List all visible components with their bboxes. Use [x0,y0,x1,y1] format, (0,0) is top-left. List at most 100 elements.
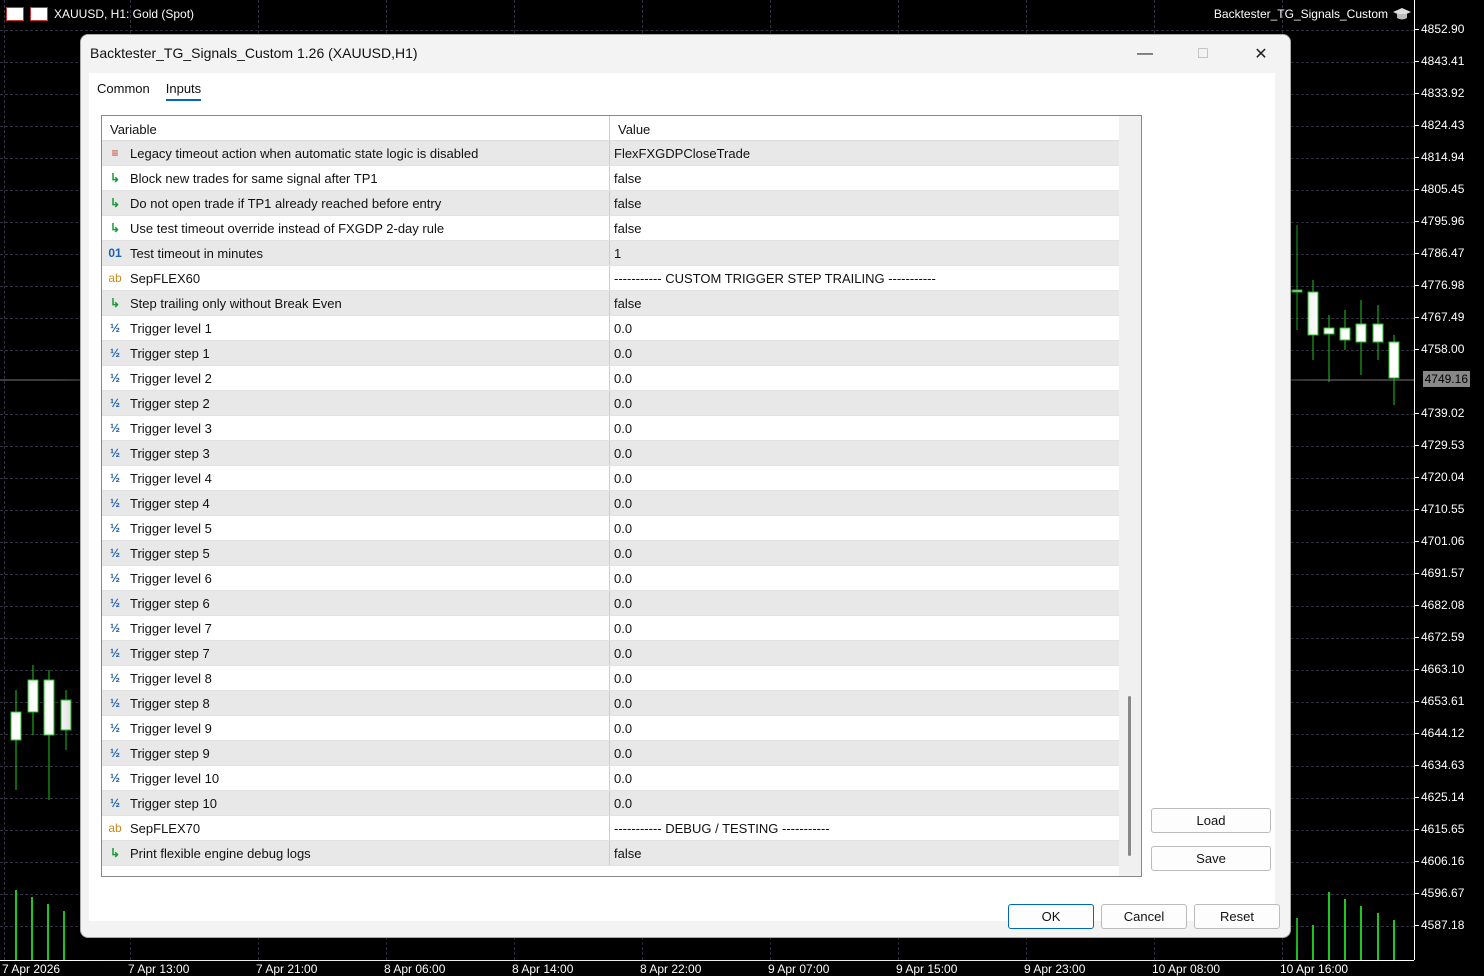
table-row[interactable]: ↳ Print flexible engine debug logs false [102,841,1119,866]
value-cell[interactable]: false [610,841,641,865]
value-cell[interactable]: 0.0 [610,366,632,390]
table-row[interactable]: ½ Trigger level 5 0.0 [102,516,1119,541]
value-cell[interactable]: 1 [610,241,621,265]
table-row[interactable]: ½ Trigger step 2 0.0 [102,391,1119,416]
value-cell[interactable]: 0.0 [610,341,632,365]
expert-hat-icon[interactable] [1392,6,1412,22]
table-row[interactable]: ↳ Do not open trade if TP1 already reache… [102,191,1119,216]
table-row[interactable]: ½ Trigger level 4 0.0 [102,466,1119,491]
variable-cell: ↳ Do not open trade if TP1 already reache… [102,191,610,215]
dialog-titlebar[interactable]: Backtester_TG_Signals_Custom 1.26 (XAUUS… [81,35,1290,73]
table-row[interactable]: ½ Trigger level 8 0.0 [102,666,1119,691]
bool-type-icon: ↳ [109,296,121,310]
variable-name: Trigger level 6 [130,570,212,586]
table-row[interactable]: ½ Trigger step 9 0.0 [102,741,1119,766]
value-cell[interactable]: 0.0 [610,466,632,490]
table-row[interactable]: ½ Trigger step 7 0.0 [102,641,1119,666]
table-row[interactable]: ½ Trigger level 6 0.0 [102,566,1119,591]
value-cell[interactable]: false [610,191,641,215]
value-cell[interactable]: 0.0 [610,416,632,440]
value-cell[interactable]: 0.0 [610,316,632,340]
value-cell[interactable]: 0.0 [610,616,632,640]
time-tick-label: 7 Apr 13:00 [128,962,190,976]
variable-name: Trigger step 5 [130,545,210,561]
dbl-type-icon: ½ [109,371,120,385]
value-cell[interactable]: false [610,291,641,315]
table-row[interactable]: ½ Trigger step 1 0.0 [102,341,1119,366]
table-row[interactable]: ab SepFLEX60 ----------- CUSTOM TRIGGER ST… [102,266,1119,291]
time-tick-label: 8 Apr 06:00 [384,962,446,976]
value-cell[interactable]: 0.0 [610,491,632,515]
value-cell[interactable]: FlexFXGDPCloseTrade [610,141,750,165]
value-cell[interactable]: 0.0 [610,541,632,565]
table-row[interactable]: ½ Trigger level 7 0.0 [102,616,1119,641]
value-cell[interactable]: ----------- DEBUG / TESTING ----------- [610,816,830,840]
price-tick-label: 4587.18 [1414,918,1465,932]
price-tick-label: 4814.94 [1414,150,1465,164]
vertical-scrollbar[interactable] [1119,116,1141,876]
cancel-button[interactable]: Cancel [1101,904,1187,929]
minimize-button[interactable]: — [1116,35,1174,73]
table-row[interactable]: ½ Trigger step 5 0.0 [102,541,1119,566]
value-cell[interactable]: 0.0 [610,691,632,715]
value-cell[interactable]: 0.0 [610,666,632,690]
chart-type-icon[interactable] [30,7,48,21]
load-button[interactable]: Load [1151,808,1271,833]
value-cell[interactable]: 0.0 [610,591,632,615]
value-cell[interactable]: 0.0 [610,641,632,665]
value-cell[interactable]: 0.0 [610,716,632,740]
value-cell[interactable]: 0.0 [610,516,632,540]
variable-name: Test timeout in minutes [130,245,263,261]
price-axis[interactable]: 4852.90 4843.41 4833.92 4824.43 4814.94 4805.… [1414,0,1484,960]
value-cell[interactable]: 0.0 [610,441,632,465]
value-cell[interactable]: 0.0 [610,791,632,815]
maximize-button[interactable]: □ [1174,35,1232,73]
chart-menu-icon[interactable] [6,7,24,21]
value-cell[interactable]: 0.0 [610,566,632,590]
tab-common[interactable]: Common [97,81,150,101]
scrollbar-thumb[interactable] [1128,696,1131,856]
table-row[interactable]: ½ Trigger level 3 0.0 [102,416,1119,441]
table-row[interactable]: ½ Trigger step 8 0.0 [102,691,1119,716]
value-cell[interactable]: 0.0 [610,391,632,415]
table-row[interactable]: ½ Trigger step 3 0.0 [102,441,1119,466]
candle-body [27,679,39,713]
table-row[interactable]: ½ Trigger step 6 0.0 [102,591,1119,616]
price-tick-label: 4644.12 [1414,726,1465,740]
table-row[interactable]: ↳ Use test timeout override instead of FX… [102,216,1119,241]
table-row[interactable]: ab SepFLEX70 ----------- DEBUG / TESTING -… [102,816,1119,841]
save-button[interactable]: Save [1151,846,1271,871]
bool-type-icon: ↳ [109,171,121,185]
reset-button[interactable]: Reset [1194,904,1280,929]
price-tick-label: 4615.65 [1414,822,1465,836]
symbol-label: XAUUSD, H1: Gold (Spot) [54,7,195,21]
value-cell[interactable]: false [610,216,641,240]
value-cell[interactable]: 0.0 [610,741,632,765]
table-row[interactable]: ≡ Legacy timeout action when automatic st… [102,141,1119,166]
tab-inputs[interactable]: Inputs [165,81,202,101]
expert-name: Backtester_TG_Signals_Custom [1213,7,1388,21]
table-row[interactable]: ½ Trigger level 9 0.0 [102,716,1119,741]
table-row[interactable]: ½ Trigger level 2 0.0 [102,366,1119,391]
value-cell[interactable]: false [610,166,641,190]
table-row[interactable]: ½ Trigger level 10 0.0 [102,766,1119,791]
time-axis[interactable]: 7 Apr 2026 7 Apr 13:00 7 Apr 21:00 8 Apr 06… [0,960,1414,976]
price-tick-label: 4739.02 [1414,406,1465,420]
table-row[interactable]: ½ Trigger step 10 0.0 [102,791,1119,816]
price-tick-label: 4625.14 [1414,790,1465,804]
table-row[interactable]: ↳ Block new trades for same signal after … [102,166,1119,191]
bool-type-icon: ↳ [109,196,121,210]
column-value[interactable]: Value [610,116,658,140]
value-cell[interactable]: 0.0 [610,766,632,790]
table-row[interactable]: ½ Trigger level 1 0.0 [102,316,1119,341]
variable-cell: ½ Trigger step 4 [102,491,610,515]
column-variable[interactable]: Variable [102,116,610,140]
candle-body [1388,341,1400,379]
table-row[interactable]: ½ Trigger step 4 0.0 [102,491,1119,516]
value-cell[interactable]: ----------- CUSTOM TRIGGER STEP TRAILING… [610,266,936,290]
variable-cell: ½ Trigger level 3 [102,416,610,440]
table-row[interactable]: ↳ Step trailing only without Break Even fa… [102,291,1119,316]
table-row[interactable]: 01 Test timeout in minutes 1 [102,241,1119,266]
close-button[interactable]: ✕ [1232,35,1290,73]
ok-button[interactable]: OK [1008,904,1094,929]
